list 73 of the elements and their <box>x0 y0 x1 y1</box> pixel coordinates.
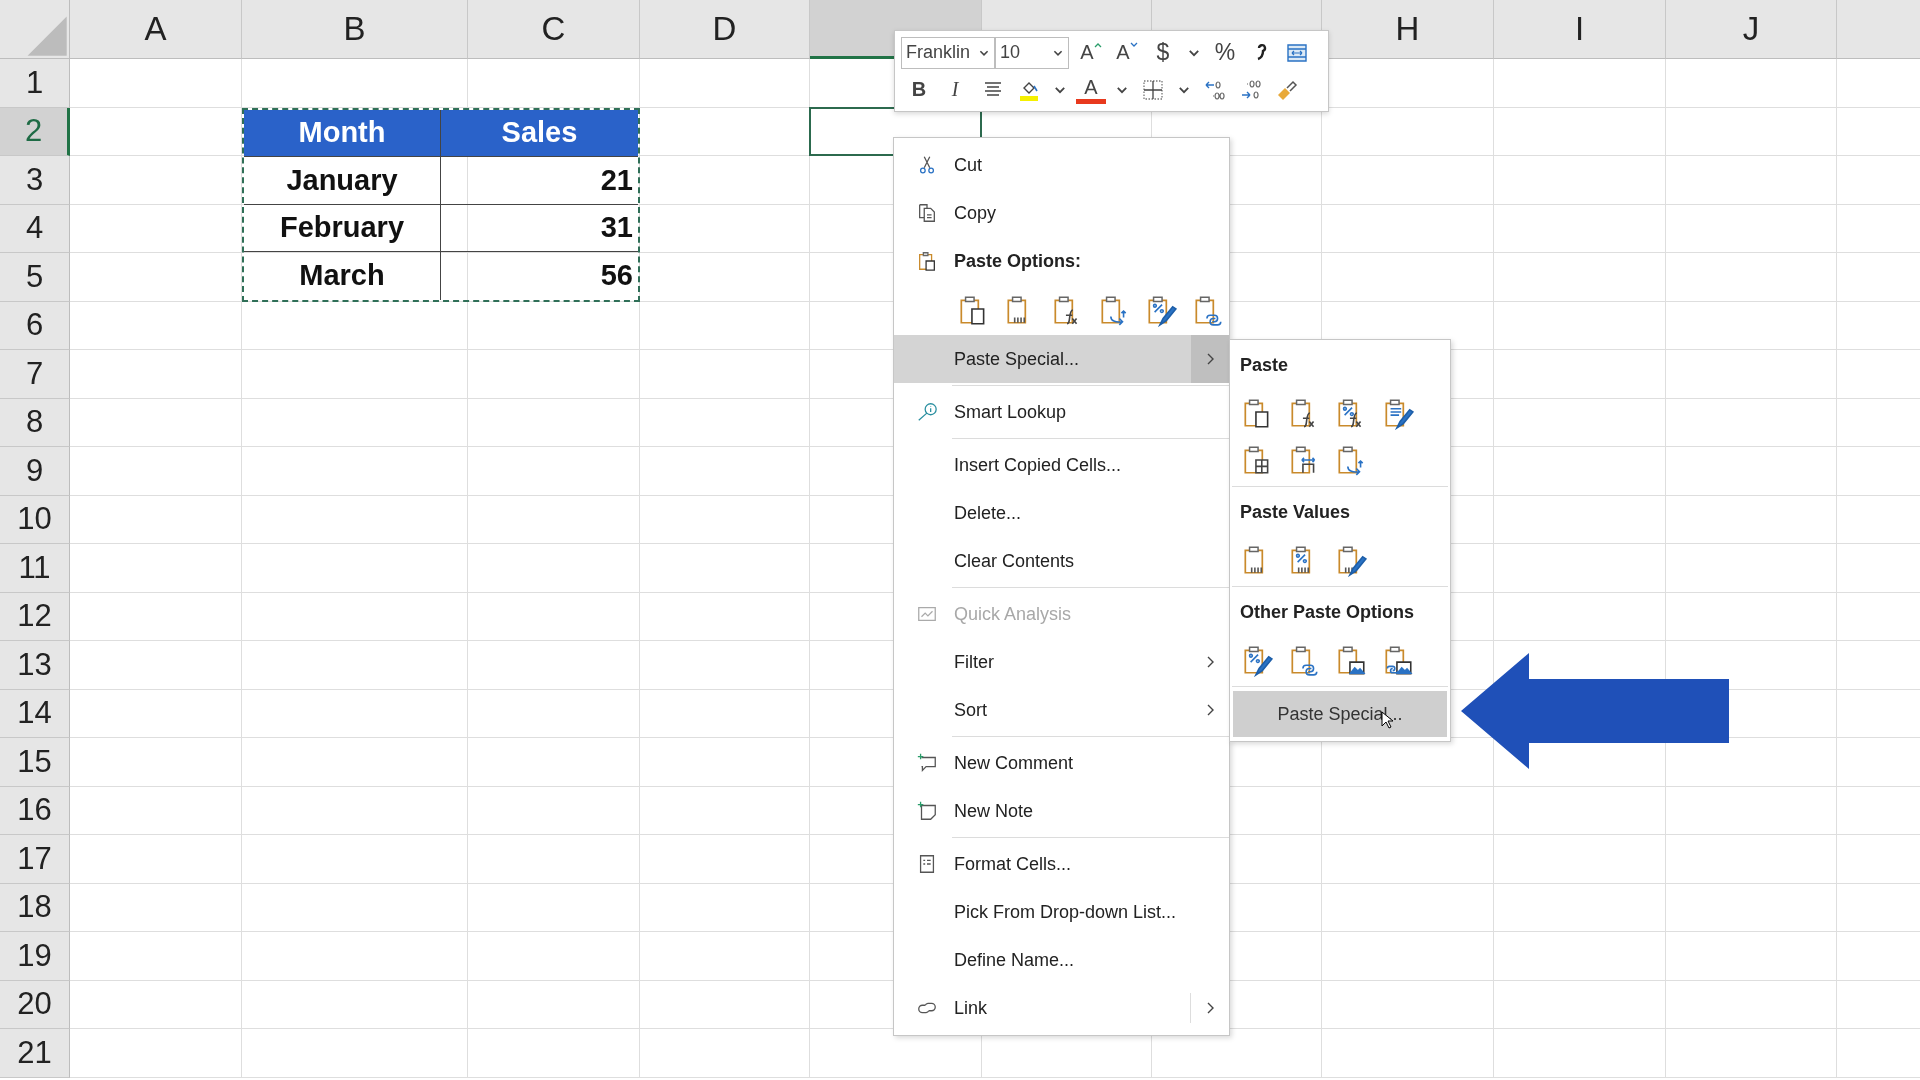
column-header[interactable]: C <box>468 0 640 59</box>
row-header[interactable]: 9 <box>0 447 70 496</box>
submenu-heading: Paste <box>1239 353 1290 377</box>
submenu-heading: Other Paste Options <box>1239 600 1416 624</box>
menu-item[interactable]: Insert Copied Cells... <box>894 441 1229 489</box>
italic-button[interactable]: I <box>937 73 973 106</box>
row-header[interactable]: 7 <box>0 350 70 399</box>
menu-item[interactable]: Copy <box>894 189 1229 237</box>
column-header[interactable]: H <box>1322 0 1494 59</box>
submenu-heading: Paste Values <box>1239 500 1352 524</box>
shrink-font-button[interactable]: A <box>1109 36 1145 69</box>
borders-icon[interactable] <box>1141 77 1165 102</box>
column-header[interactable]: A <box>70 0 242 59</box>
copy-icon <box>916 202 938 224</box>
comment-icon <box>916 752 938 774</box>
menu-item[interactable]: Delete... <box>894 489 1229 537</box>
menu-item[interactable]: Format Cells... <box>894 840 1229 888</box>
menu-item[interactable]: Clear Contents <box>894 537 1229 585</box>
column-header[interactable]: B <box>242 0 468 59</box>
caret-icon <box>1093 41 1102 48</box>
menu-item[interactable]: Pick From Drop-down List... <box>894 888 1229 936</box>
table-header-cell: Sales <box>441 109 638 157</box>
row-header[interactable]: 21 <box>0 1029 70 1078</box>
table-cell: January <box>244 157 441 205</box>
menu-item[interactable]: Cut <box>894 141 1229 189</box>
row-header[interactable]: 18 <box>0 883 70 932</box>
menu-item[interactable]: Sort <box>894 686 1229 734</box>
caret-icon <box>1129 41 1138 48</box>
row-header[interactable]: 16 <box>0 786 70 835</box>
table-header-cell: Month <box>244 109 441 157</box>
row-header[interactable]: 6 <box>0 301 70 350</box>
row-header[interactable]: 17 <box>0 835 70 884</box>
table-cell: 31 <box>441 204 638 252</box>
row-header[interactable]: 11 <box>0 544 70 593</box>
column-header[interactable]: I <box>1494 0 1666 59</box>
grow-font-button[interactable]: A <box>1073 36 1109 69</box>
row-header[interactable]: 19 <box>0 932 70 981</box>
row-header[interactable]: 8 <box>0 398 70 447</box>
table-cell: March <box>244 252 441 300</box>
menu-item[interactable]: New Note <box>894 787 1229 835</box>
search-icon <box>916 401 938 423</box>
menu-item[interactable]: Smart Lookup <box>894 388 1229 436</box>
row-header[interactable]: 12 <box>0 592 70 641</box>
row-header[interactable]: 10 <box>0 495 70 544</box>
row-header[interactable]: 3 <box>0 156 70 205</box>
note-icon <box>916 800 938 822</box>
menu-item[interactable]: Paste Special... <box>894 335 1229 383</box>
row-header[interactable]: 4 <box>0 204 70 253</box>
row-header[interactable]: 13 <box>0 641 70 690</box>
font-size-dropdown[interactable]: 10 <box>995 36 1069 69</box>
font-name-dropdown[interactable]: Franklin <box>901 36 995 69</box>
clipboard-icon <box>916 250 938 272</box>
paste-special-item[interactable]: Paste Special... <box>1233 691 1447 737</box>
row-header[interactable]: 1 <box>0 59 70 108</box>
table-cell: February <box>244 204 441 252</box>
menu-heading: Paste Options: <box>954 250 1082 272</box>
row-header[interactable]: 5 <box>0 253 70 302</box>
column-header[interactable]: D <box>640 0 810 59</box>
row-header[interactable]: 14 <box>0 689 70 738</box>
font-color-button[interactable]: A <box>1076 75 1106 104</box>
row-header[interactable]: 2 <box>0 107 70 156</box>
row-header[interactable]: 20 <box>0 980 70 1029</box>
table-cell: 21 <box>441 157 638 205</box>
column-header[interactable]: J <box>1666 0 1837 59</box>
menu-item[interactable]: Link <box>894 984 1229 1032</box>
menu-item[interactable]: New Comment <box>894 739 1229 787</box>
format-button[interactable]: % <box>1207 36 1243 69</box>
menu-item[interactable]: Define Name... <box>894 936 1229 984</box>
bold-button[interactable]: B <box>901 73 937 106</box>
table-cell-text: 56 <box>599 258 634 294</box>
format-button[interactable]: $ <box>1145 36 1181 69</box>
menu-item[interactable]: Filter <box>894 638 1229 686</box>
row-header[interactable]: 15 <box>0 738 70 787</box>
